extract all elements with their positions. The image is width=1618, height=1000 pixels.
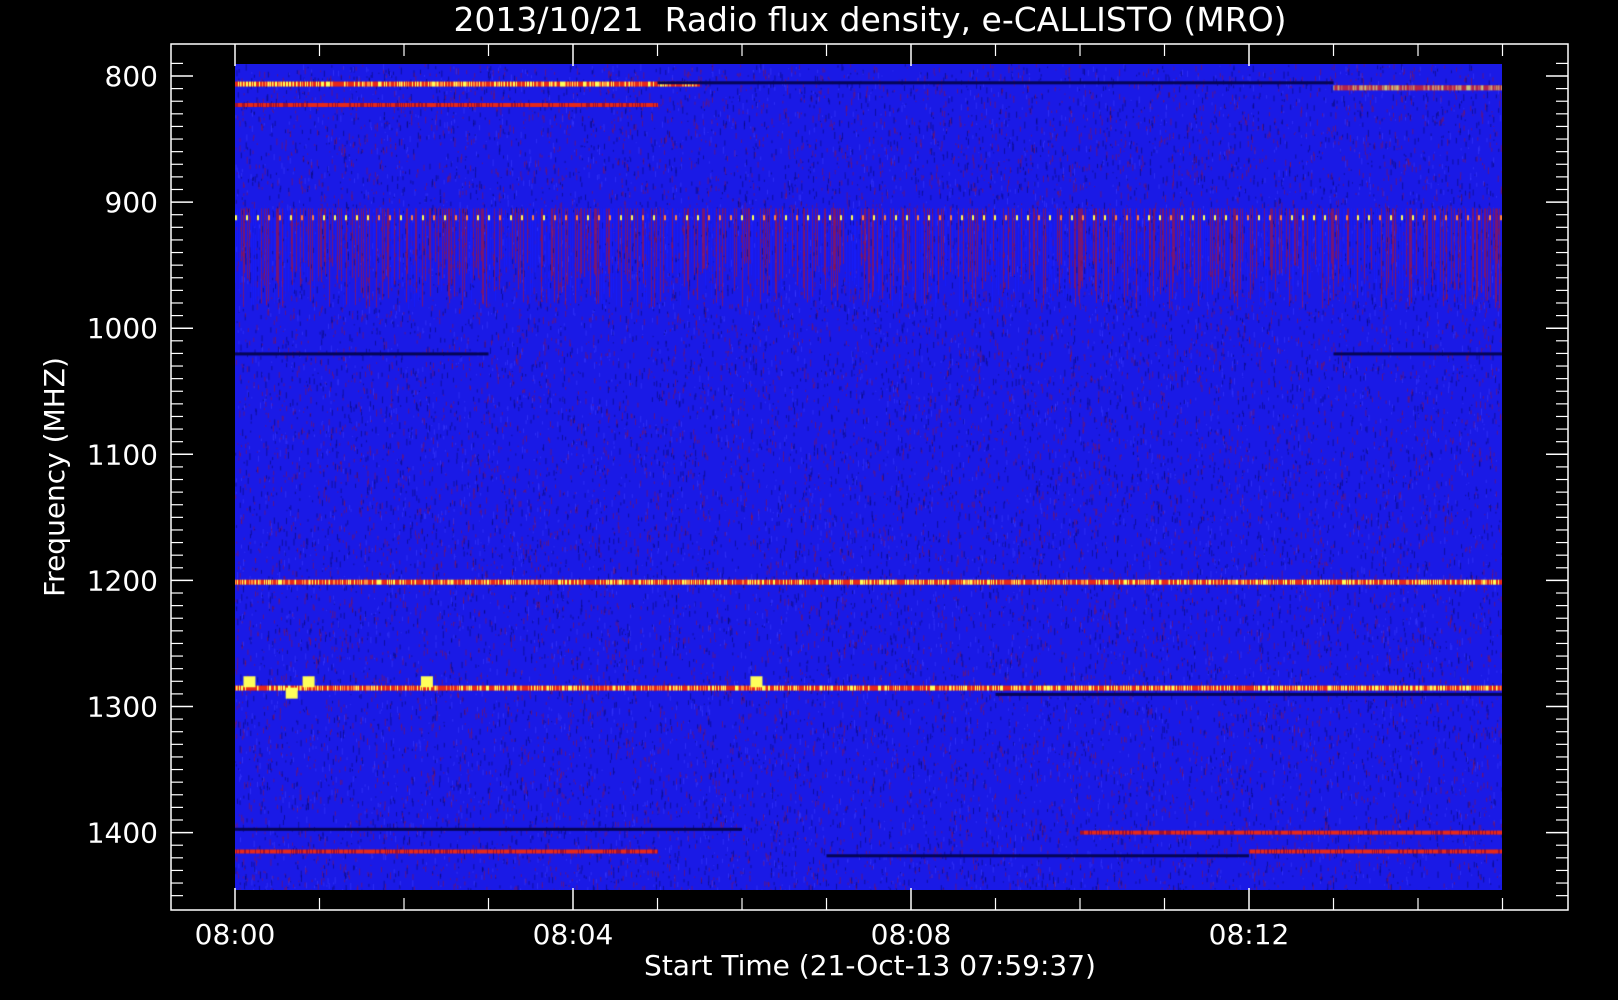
- y-tick-label: 1000: [87, 312, 158, 345]
- y-tick-label: 900: [105, 186, 158, 219]
- chart-title: 2013/10/21 Radio flux density, e-CALLIST…: [453, 0, 1286, 39]
- x-axis-label: Start Time (21-Oct-13 07:59:37): [644, 949, 1096, 982]
- x-tick-label: 08:12: [1209, 918, 1290, 951]
- spectrogram-heatmap: [235, 64, 1502, 890]
- y-tick-label: 1100: [87, 438, 158, 471]
- y-tick-label: 1400: [87, 817, 158, 850]
- y-axis-label: Frequency (MHZ): [38, 357, 71, 597]
- x-tick-label: 08:00: [195, 918, 276, 951]
- y-tick-label: 1200: [87, 564, 158, 597]
- x-tick-label: 08:08: [871, 918, 952, 951]
- x-tick-label: 08:04: [533, 918, 614, 951]
- heatmap-image: [235, 64, 1502, 890]
- y-tick-label: 1300: [87, 691, 158, 724]
- y-tick-label: 800: [105, 60, 158, 93]
- spectrogram-chart: 2013/10/21 Radio flux density, e-CALLIST…: [38, 0, 1569, 982]
